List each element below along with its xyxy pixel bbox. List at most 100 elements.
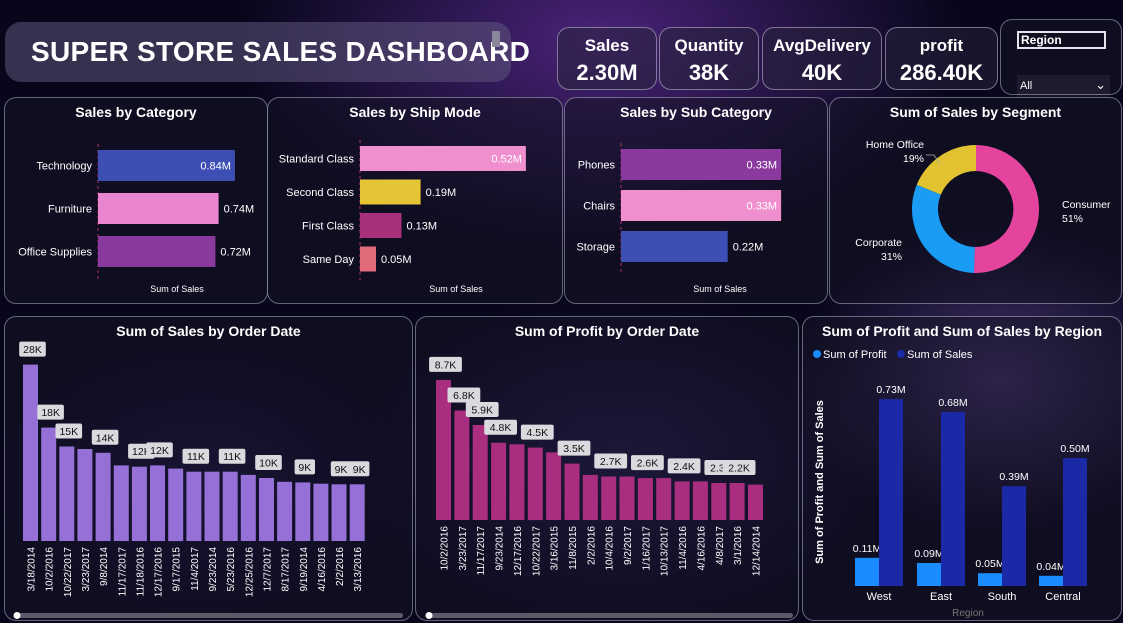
region-dropdown[interactable]: All ⌄ [1017, 75, 1110, 97]
bar [454, 410, 470, 520]
data-label: 10K [259, 458, 278, 470]
x-tick-label: 10/22/2017 [63, 547, 74, 597]
data-label: 6.8K [453, 390, 475, 402]
category-label: First Class [302, 221, 354, 233]
sales-bar [879, 399, 903, 586]
x-tick-label: 4/16/2016 [696, 526, 707, 571]
x-tick-label: 10/4/2016 [605, 526, 616, 571]
data-label: 0.05M [975, 558, 1004, 570]
bar [113, 465, 129, 541]
bar [222, 471, 238, 541]
x-tick-label: 11/17/2017 [117, 547, 128, 597]
bar [23, 364, 38, 541]
x-tick-label: 9/2/2017 [623, 526, 634, 565]
bar [748, 484, 763, 520]
category-label: Technology [36, 161, 92, 173]
category-label: Standard Class [279, 154, 355, 166]
bar [59, 446, 75, 541]
data-label: 2.2K [728, 463, 750, 475]
bar [360, 179, 421, 205]
data-label: 18K [41, 407, 60, 419]
category-label: Furniture [48, 204, 92, 216]
x-tick-label: 12/25/2016 [244, 547, 255, 597]
bar [41, 427, 57, 541]
data-label: 0.13M [407, 221, 438, 233]
sales-bar [941, 411, 965, 586]
bar [98, 236, 216, 267]
bar [331, 484, 347, 541]
kpi-avgdelivery-label: AvgDelivery [773, 36, 871, 55]
x-tick-label: 10/13/2017 [660, 526, 671, 576]
x-tick-label: South [988, 591, 1017, 603]
kpi-sales-label: Sales [584, 36, 630, 55]
region-slicer-label: Region [1017, 31, 1106, 49]
bar [95, 452, 111, 541]
x-tick-label: 3/1/2016 [733, 526, 744, 565]
y-axis-label: Sum of Profit and Sum of Sales [814, 400, 826, 564]
scroll-handle[interactable] [492, 31, 500, 47]
x-tick-label: Central [1045, 591, 1080, 603]
profit-bar [855, 557, 879, 586]
kpi-quantity-card: Quantity 38K [659, 27, 759, 90]
legend-marker [897, 350, 905, 358]
bar [621, 231, 728, 262]
data-label: 9K [335, 464, 348, 476]
data-label: 0.73M [876, 384, 905, 396]
horizontal-scrollbar [15, 613, 403, 618]
x-tick-label: 1/16/2017 [641, 526, 652, 571]
sales-by-sub-category-panel: Sales by Sub Category Phones 0.33M Chairs 0… [564, 97, 828, 304]
sales-by-ship-mode-panel: Sales by Ship Mode Standard Class 0.52M Se… [267, 97, 563, 304]
x-tick-label: 11/4/2016 [678, 526, 689, 570]
data-label: 0.68M [938, 397, 967, 409]
data-label: 11K [223, 451, 241, 463]
profit-bar [917, 563, 941, 586]
kpi-profit-label: profit [919, 36, 964, 55]
bar [656, 478, 672, 520]
category-label: Same Day [303, 254, 355, 266]
sales-by-order-date-chart: 3/18/2014 28K 10/2/2016 18K 10/22/2017 15K 3/2… [13, 341, 403, 619]
data-label: 0.04M [1036, 561, 1065, 573]
x-tick-label: 12/14/2014 [752, 526, 763, 576]
x-tick-label: West [867, 591, 892, 603]
data-label: 0.72M [220, 247, 251, 259]
bar [98, 193, 219, 224]
region-dropdown-value: All [1020, 80, 1033, 92]
x-tick-label: 12/17/2016 [513, 526, 524, 576]
x-tick-label: 8/17/2017 [281, 547, 292, 592]
dashboard-title-box: SUPER STORE SALES DASHBOARD [5, 22, 530, 82]
profit-sales-by-region-chart: Sum of Profit Sum of Sales 0.11M 0.73M West 0… [813, 349, 1090, 619]
x-tick-label: 3/18/2014 [27, 547, 38, 592]
bar [77, 449, 93, 541]
data-label: 14K [96, 432, 115, 444]
sales-by-sub-category-chart: Phones 0.33M Chairs 0.33M Storage 0.22M Sum of… [576, 143, 782, 294]
bar [240, 474, 256, 541]
sales-by-ship-mode-chart: Standard Class 0.52M Second Class 0.19M Firs… [279, 140, 526, 294]
slice-percent-label: 51% [1062, 213, 1083, 225]
data-label: 5.9K [471, 405, 493, 417]
bar [349, 484, 365, 541]
sales-by-order-date-panel: Sum of Sales by Order Date 3/18/2014 28K 1… [4, 316, 413, 621]
sales-by-segment-chart: Consumer 51% Corporate 31% Home Office 19% [855, 139, 1111, 274]
bar [204, 471, 220, 541]
profit-sales-by-region-panel: Sum of Profit and Sum of Sales by Region… [802, 316, 1122, 621]
x-tick-label: 10/22/2017 [531, 526, 542, 576]
bar [729, 483, 745, 520]
bar [295, 482, 311, 541]
slice-percent-label: 31% [881, 251, 902, 263]
data-label: 0.52M [491, 154, 522, 166]
data-label: 9K [353, 464, 366, 476]
slice-category-label: Corporate [855, 237, 902, 249]
data-label: 0.05M [381, 254, 412, 266]
x-tick-label: 11/17/2017 [476, 526, 487, 576]
x-axis-label: Region [952, 608, 984, 619]
bar [186, 471, 202, 541]
slice-home-office [916, 145, 976, 195]
data-label: 0.11M [853, 543, 881, 555]
data-label: 2.6K [637, 458, 659, 470]
x-tick-label: 3/23/2017 [458, 526, 469, 571]
data-label: 0.19M [426, 187, 457, 199]
bar [546, 452, 562, 520]
kpi-profit-card: profit 286.40K [885, 27, 998, 90]
x-tick-label: 10/2/2016 [440, 526, 451, 571]
chevron-down-icon: ⌄ [1095, 77, 1106, 92]
